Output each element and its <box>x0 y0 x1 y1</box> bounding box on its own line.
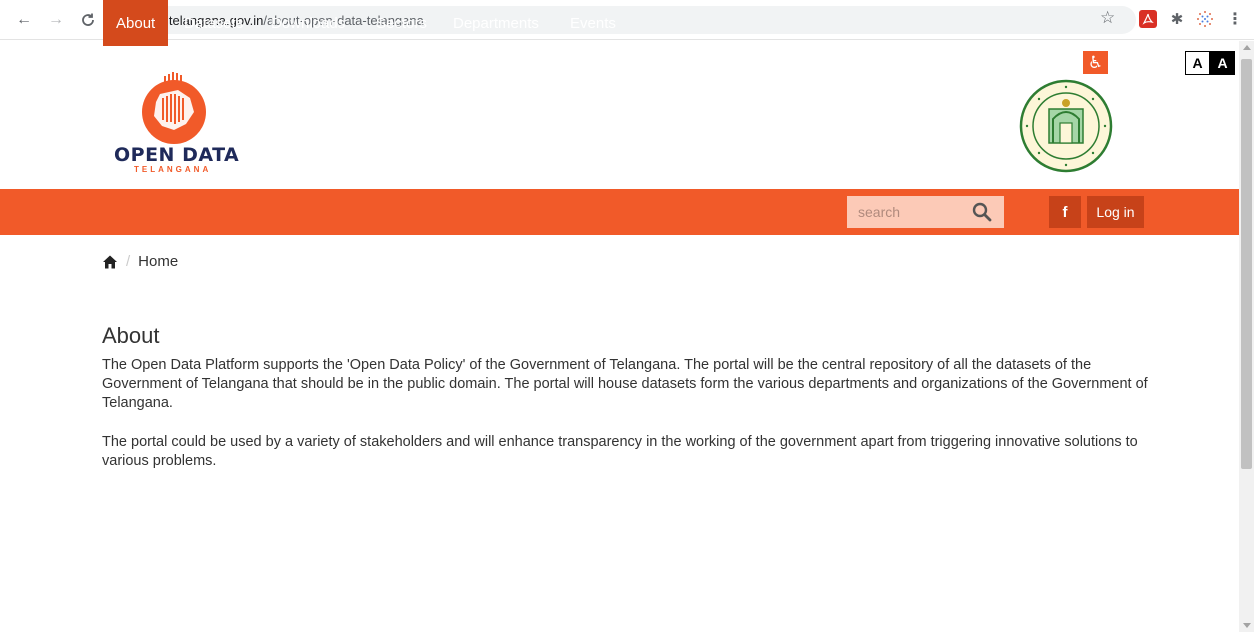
facebook-button[interactable]: f <box>1049 196 1081 228</box>
font-size-toggle: A A <box>1185 51 1235 75</box>
pdf-extension-icon[interactable] <box>1139 10 1157 28</box>
government-of-telangana-emblem-icon <box>1019 79 1113 173</box>
nav-item-about[interactable]: About <box>103 0 169 46</box>
page-scrollbar[interactable] <box>1239 41 1254 632</box>
about-paragraph-1: The Open Data Platform supports the 'Ope… <box>102 357 1148 411</box>
reload-icon[interactable] <box>78 10 98 30</box>
home-icon[interactable] <box>102 254 118 270</box>
logo-emblem-icon <box>142 72 206 144</box>
nav-item-sectors[interactable]: Sectors <box>363 0 440 46</box>
kebab-menu-icon[interactable]: ⋮ <box>1226 10 1244 28</box>
nav-item-downloads[interactable]: Downloads <box>258 0 358 46</box>
logo-title: OPEN DATA <box>114 144 240 166</box>
open-data-telangana-logo[interactable]: OPEN DATA TELANGANA <box>114 72 239 176</box>
page-title: About <box>102 323 160 348</box>
breadcrumb-separator: / <box>126 253 131 270</box>
about-paragraph-2: The portal could be used by a variety of… <box>102 434 1138 469</box>
login-button[interactable]: Log in <box>1087 196 1144 228</box>
font-normal-button[interactable]: A <box>1185 51 1210 75</box>
scroll-up-arrow-icon[interactable] <box>1243 45 1251 50</box>
scroll-thumb[interactable] <box>1241 59 1252 469</box>
search-box <box>847 196 1004 228</box>
breadcrumb-home-link[interactable]: Home <box>138 253 178 270</box>
scroll-down-arrow-icon[interactable] <box>1243 623 1251 628</box>
back-arrow-icon[interactable]: ← <box>14 10 34 30</box>
forward-arrow-icon[interactable]: → <box>46 10 66 30</box>
accessibility-icon[interactable]: ♿ <box>1083 51 1108 74</box>
search-input[interactable] <box>847 197 967 227</box>
puzzle-extension-icon[interactable]: ✱ <box>1168 10 1186 28</box>
nav-item-datasets[interactable]: Datasets <box>171 0 256 46</box>
nav-item-events[interactable]: Events <box>557 0 629 46</box>
search-icon[interactable] <box>972 202 992 222</box>
dots-extension-icon[interactable] <box>1196 10 1214 28</box>
bookmark-star-icon[interactable]: ☆ <box>1100 8 1115 28</box>
font-contrast-button[interactable]: A <box>1210 51 1235 75</box>
breadcrumb: / Home <box>102 253 178 270</box>
logo-subtitle: TELANGANA <box>134 165 212 174</box>
nav-item-departments[interactable]: Departments <box>440 0 552 46</box>
